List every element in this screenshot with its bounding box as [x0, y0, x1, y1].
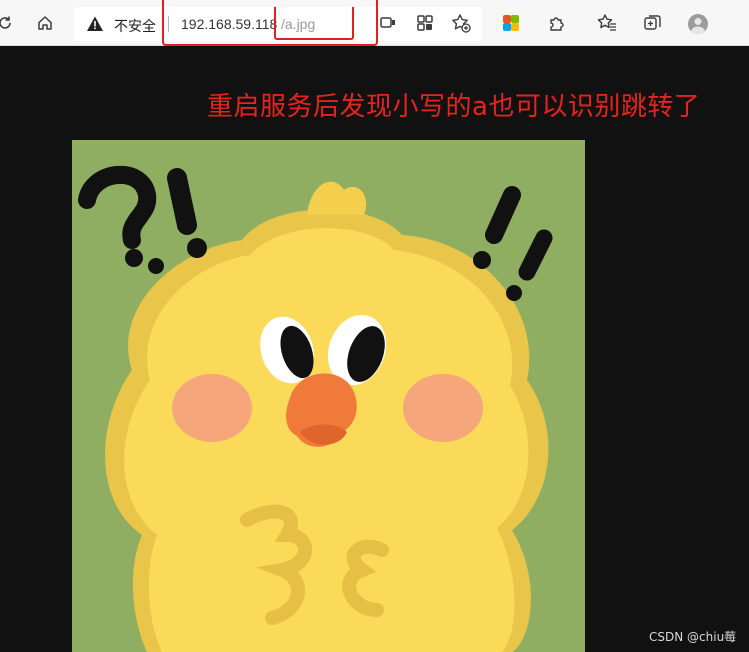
chick-image [72, 140, 585, 652]
chick-illustration [78, 165, 553, 652]
browser-toolbar: 不安全 192.168.59.118 /a.jpg [0, 0, 749, 46]
favorites-icon[interactable] [596, 12, 618, 34]
csdn-watermark: CSDN @chiu莓 [649, 630, 737, 644]
security-label[interactable]: 不安全 [114, 16, 156, 36]
profile-avatar[interactable] [688, 14, 708, 34]
favorite-add-icon[interactable] [450, 12, 472, 34]
extension-colorful-icon[interactable] [500, 12, 522, 34]
app-grid-icon[interactable] [414, 12, 436, 34]
collections-icon[interactable] [642, 12, 664, 34]
extensions-icon[interactable] [545, 12, 567, 34]
reload-icon[interactable] [0, 12, 16, 34]
read-aloud-icon[interactable] [377, 12, 399, 34]
home-icon[interactable] [34, 12, 56, 34]
warning-icon[interactable] [86, 15, 104, 33]
path-highlight-box [274, 7, 354, 40]
annotation-text: 重启服务后发现小写的a也可以识别跳转了 [207, 92, 701, 122]
